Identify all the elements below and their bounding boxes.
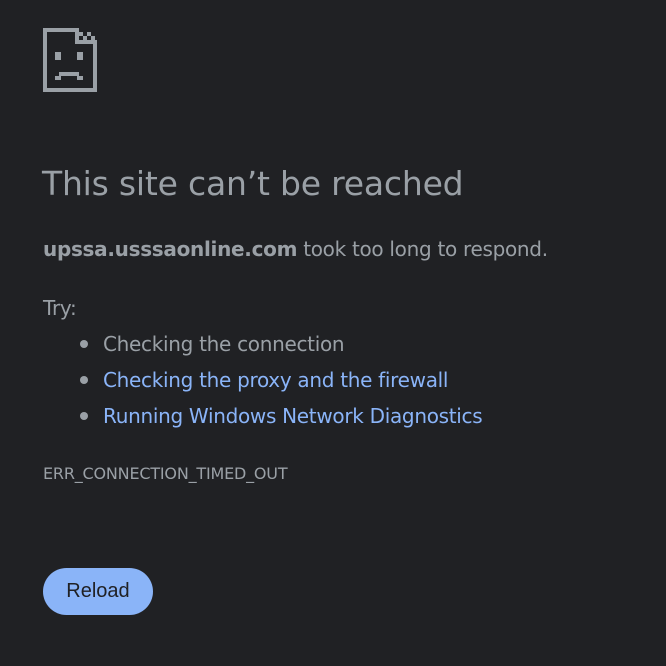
bullet-icon xyxy=(80,376,88,384)
error-message: took too long to respond. xyxy=(297,237,548,261)
suggestion-item: Checking the connection xyxy=(43,330,482,366)
suggestion-check-connection: Checking the connection xyxy=(103,332,345,356)
bullet-icon xyxy=(80,412,88,420)
bullet-icon xyxy=(80,340,88,348)
suggestion-proxy-firewall-link[interactable]: Checking the proxy and the firewall xyxy=(103,368,449,392)
page-title: This site can’t be reached xyxy=(42,164,464,203)
suggestion-network-diagnostics-link[interactable]: Running Windows Network Diagnostics xyxy=(103,404,483,428)
host-name: upssa.usssaonline.com xyxy=(43,237,298,261)
error-description: upssa.usssaonline.com took too long to r… xyxy=(43,237,548,261)
suggestion-item: Checking the proxy and the firewall xyxy=(43,366,482,402)
sad-page-icon xyxy=(43,28,97,92)
suggestions-list: Checking the connection Checking the pro… xyxy=(43,330,483,438)
error-code: ERR_CONNECTION_TIMED_OUT xyxy=(43,464,288,483)
suggestion-item: Running Windows Network Diagnostics xyxy=(43,402,483,438)
reload-button[interactable]: Reload xyxy=(43,568,153,615)
try-label: Try: xyxy=(43,296,77,320)
